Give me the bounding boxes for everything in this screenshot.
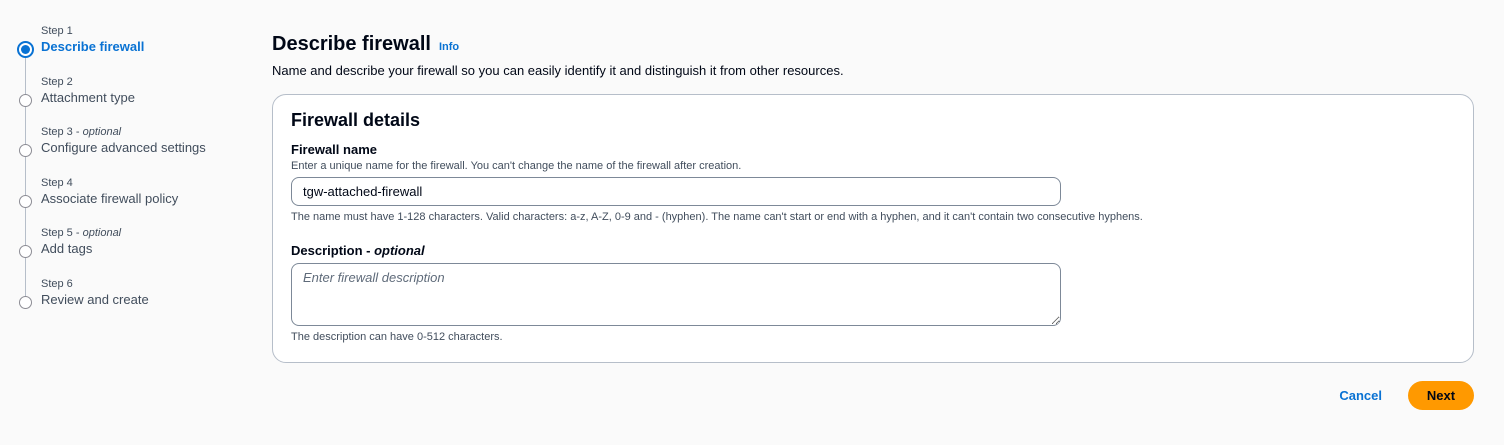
step-label[interactable]: Associate firewall policy bbox=[41, 191, 246, 206]
step-active-indicator-icon bbox=[17, 41, 34, 58]
firewall-name-label: Firewall name bbox=[291, 142, 377, 157]
panel-title: Firewall details bbox=[291, 110, 421, 130]
next-button[interactable]: Next bbox=[1408, 381, 1474, 410]
firewall-name-description: Enter a unique name for the firewall. Yo… bbox=[291, 160, 742, 172]
page-subtitle: Name and describe your firewall so you c… bbox=[272, 63, 844, 78]
firewall-name-input[interactable] bbox=[291, 177, 1061, 206]
step-label[interactable]: Describe firewall bbox=[41, 39, 246, 54]
step-label[interactable]: Attachment type bbox=[41, 90, 246, 105]
step-indicator-icon bbox=[19, 144, 32, 157]
step-configure-advanced-settings[interactable]: Step 3 - optional Configure advanced set… bbox=[16, 123, 246, 196]
firewall-details-panel: Firewall details Firewall name Enter a u… bbox=[272, 94, 1474, 363]
step-number: Step 3 - optional bbox=[41, 126, 122, 138]
step-number: Step 2 bbox=[41, 75, 73, 88]
description-textarea[interactable] bbox=[291, 263, 1061, 326]
wizard-actions: Cancel Next bbox=[1339, 381, 1474, 410]
page-header: Describe firewall Info bbox=[272, 30, 1474, 58]
step-describe-firewall[interactable]: Step 1 Describe firewall bbox=[16, 22, 246, 95]
step-label[interactable]: Configure advanced settings bbox=[41, 140, 246, 155]
step-attachment-type[interactable]: Step 2 Attachment type bbox=[16, 73, 246, 146]
step-indicator-icon bbox=[19, 295, 32, 309]
cancel-button[interactable]: Cancel bbox=[1339, 388, 1382, 403]
step-associate-firewall-policy[interactable]: Step 4 Associate firewall policy bbox=[16, 174, 246, 247]
step-number: Step 4 bbox=[41, 176, 73, 189]
step-label[interactable]: Review and create bbox=[41, 292, 246, 307]
step-number: Step 1 bbox=[41, 25, 73, 37]
step-number: Step 6 bbox=[41, 277, 73, 290]
main-content: Describe firewall Info Name and describe… bbox=[272, 30, 1474, 363]
firewall-name-constraint: The name must have 1-128 characters. Val… bbox=[291, 211, 1143, 223]
step-label[interactable]: Add tags bbox=[41, 241, 246, 256]
description-label: Description - optional bbox=[291, 243, 425, 258]
step-number: Step 5 - optional bbox=[41, 227, 122, 239]
step-indicator-icon bbox=[19, 93, 32, 107]
step-indicator-icon bbox=[19, 245, 32, 258]
info-link[interactable]: Info bbox=[439, 41, 459, 53]
step-add-tags[interactable]: Step 5 - optional Add tags bbox=[16, 224, 246, 297]
description-constraint: The description can have 0-512 character… bbox=[291, 331, 503, 343]
step-indicator-icon bbox=[19, 194, 32, 208]
step-review-and-create[interactable]: Step 6 Review and create bbox=[16, 275, 246, 326]
wizard-steps-nav: Step 1 Describe firewall Step 2 Attachme… bbox=[16, 22, 246, 325]
page-title: Describe firewall bbox=[272, 33, 431, 55]
